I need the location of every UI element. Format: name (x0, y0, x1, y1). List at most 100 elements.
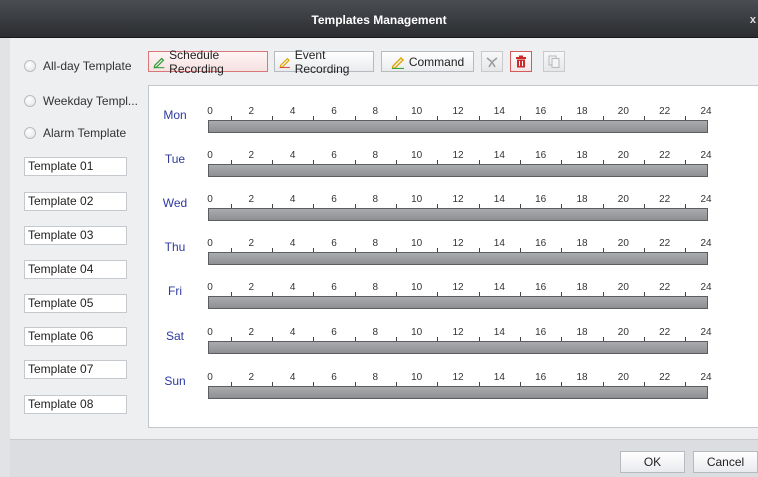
schedule-bar-sat[interactable] (208, 341, 708, 354)
hour-label: 24 (700, 194, 712, 205)
hour-label: 22 (659, 238, 671, 249)
radio-icon[interactable] (24, 95, 36, 107)
hour-label: 4 (289, 150, 296, 161)
template-04-field[interactable]: Template 04 (24, 260, 127, 279)
hour-label: 6 (331, 194, 337, 205)
hour-label: 2 (248, 194, 255, 205)
schedule-recording-button[interactable]: Schedule Recording (148, 48, 268, 76)
hour-label: 8 (372, 282, 379, 293)
hour-label: 10 (411, 282, 423, 293)
hour-label: 24 (700, 372, 712, 383)
day-label-tue: Tue (164, 152, 186, 166)
hour-label: 0 (207, 106, 213, 117)
copy-icon (548, 55, 560, 68)
schedule-bar-fri[interactable] (208, 296, 708, 309)
ok-button[interactable]: OK (620, 451, 685, 473)
schedule-bar-sun[interactable] (208, 386, 708, 399)
hour-label: 8 (372, 106, 379, 117)
schedule-bar-mon[interactable] (208, 120, 708, 133)
hour-label: 4 (289, 372, 296, 383)
day-label-thu: Thu (164, 240, 186, 254)
hour-label: 10 (411, 327, 423, 338)
hour-label: 12 (452, 282, 464, 293)
hour-label: 4 (289, 282, 296, 293)
hour-label: 8 (372, 238, 379, 249)
hour-label: 16 (535, 194, 547, 205)
delete-icon (516, 55, 526, 68)
hour-label: 16 (535, 327, 547, 338)
template-01-field[interactable]: Template 01 (24, 157, 127, 176)
hour-label: 4 (289, 327, 296, 338)
hour-label: 12 (452, 238, 464, 249)
close-icon[interactable]: x (750, 0, 756, 40)
template-05-field[interactable]: Template 05 (24, 294, 127, 313)
hour-label: 2 (248, 327, 255, 338)
hour-label: 22 (659, 372, 671, 383)
hour-label: 16 (535, 372, 547, 383)
hour-label: 18 (576, 282, 588, 293)
hour-label: 16 (535, 106, 547, 117)
hour-label: 14 (493, 106, 505, 117)
hour-label: 20 (617, 282, 629, 293)
template-07-field[interactable]: Template 07 (24, 360, 127, 379)
template-02-field[interactable]: Template 02 (24, 192, 127, 211)
hour-label: 18 (576, 372, 588, 383)
hour-label: 8 (372, 150, 379, 161)
hour-label: 4 (289, 238, 296, 249)
hour-label: 22 (659, 282, 671, 293)
command-label: Command (408, 54, 465, 69)
hour-label: 0 (207, 327, 213, 338)
hour-label: 16 (535, 282, 547, 293)
clear-button[interactable] (481, 51, 503, 72)
hour-label: 24 (700, 282, 712, 293)
hour-label: 4 (289, 106, 296, 117)
hour-label: 18 (576, 150, 588, 161)
template-06-field[interactable]: Template 06 (24, 327, 127, 346)
hour-label: 14 (493, 327, 505, 338)
radio-icon[interactable] (24, 60, 36, 72)
hour-label: 4 (289, 194, 296, 205)
radio-icon[interactable] (24, 127, 36, 139)
template-08-field[interactable]: Template 08 (24, 395, 127, 414)
hour-label: 20 (617, 150, 629, 161)
event-recording-label: Event Recording (294, 47, 350, 76)
schedule-bar-wed[interactable] (208, 208, 708, 221)
day-label-wed: Wed (162, 196, 188, 210)
event-recording-button[interactable]: Event Recording (274, 48, 374, 76)
hour-label: 10 (411, 372, 423, 383)
hour-label: 22 (659, 106, 671, 117)
hour-label: 0 (207, 194, 213, 205)
hour-label: 18 (576, 194, 588, 205)
pencil-icon (391, 56, 404, 69)
radio-alarm-template[interactable]: Alarm Template (24, 125, 126, 141)
hour-label: 2 (248, 282, 255, 293)
delete-button[interactable] (510, 51, 532, 72)
hour-label: 2 (248, 238, 255, 249)
clear-icon (486, 56, 498, 67)
hour-label: 18 (576, 106, 588, 117)
radio-weekday-template[interactable]: Weekday Templ... (24, 93, 138, 109)
schedule-bar-tue[interactable] (208, 164, 708, 177)
cancel-button[interactable]: Cancel (693, 451, 758, 473)
hour-label: 22 (659, 327, 671, 338)
radio-label: All-day Template (43, 59, 132, 73)
hour-label: 12 (452, 372, 464, 383)
hour-label: 18 (576, 238, 588, 249)
schedule-bar-thu[interactable] (208, 252, 708, 265)
hour-label: 12 (452, 194, 464, 205)
radio-all-day-template[interactable]: All-day Template (24, 58, 132, 74)
hour-label: 24 (700, 150, 712, 161)
hour-label: 6 (331, 150, 337, 161)
hour-label: 6 (331, 282, 337, 293)
hour-label: 22 (659, 194, 671, 205)
hour-label: 0 (207, 282, 213, 293)
hour-label: 20 (617, 327, 629, 338)
hour-label: 8 (372, 372, 379, 383)
hour-label: 12 (452, 327, 464, 338)
template-03-field[interactable]: Template 03 (24, 226, 127, 245)
copy-button[interactable] (543, 51, 565, 72)
radio-label: Alarm Template (43, 126, 127, 140)
command-button[interactable]: Command (381, 51, 474, 72)
hour-label: 24 (700, 106, 712, 117)
hour-label: 14 (493, 150, 505, 161)
